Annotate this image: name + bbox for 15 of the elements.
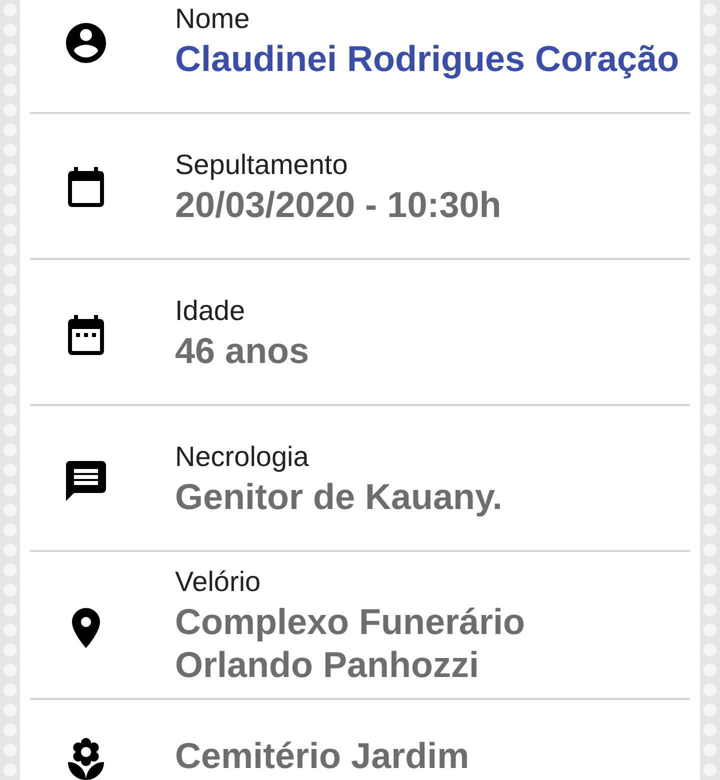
calendar-icon — [65, 313, 107, 355]
field-value: 46 anos — [175, 328, 310, 372]
field-value: Cemitério Jardim — [175, 734, 470, 777]
field-value: 20/03/2020 - 10:30h — [175, 182, 502, 226]
field-value: Genitor de Kauany. — [175, 474, 502, 518]
field-value: Claudinei Rodrigues Coração — [175, 36, 680, 80]
field-label: Idade — [175, 294, 246, 328]
chat-bubble-icon — [65, 459, 107, 501]
calendar-icon — [65, 167, 107, 209]
field-label: Nome — [175, 2, 251, 36]
flower-icon — [65, 738, 107, 780]
field-label: Velório — [175, 565, 262, 599]
field-value: Complexo Funerário Orlando Panhozzi — [175, 600, 526, 686]
field-label: Necrologia — [175, 440, 310, 474]
field-label: Sepultamento — [175, 148, 349, 182]
